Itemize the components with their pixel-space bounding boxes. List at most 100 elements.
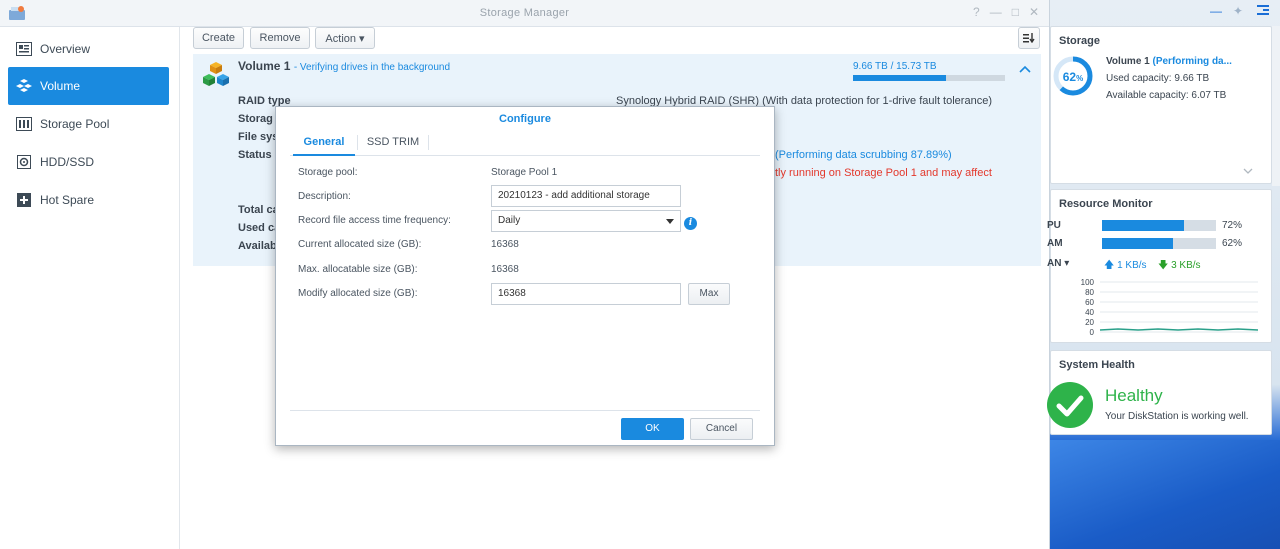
toolbar: Create Remove Action ▾ xyxy=(193,27,1040,53)
used-capacity-label: Used ca xyxy=(238,222,281,234)
ram-bar xyxy=(1102,238,1216,249)
window-title: Storage Manager xyxy=(479,7,570,19)
dropdown-caret-icon xyxy=(666,219,674,224)
ok-button[interactable]: OK xyxy=(621,418,684,440)
record-frequency-value: Daily xyxy=(498,215,521,226)
pin-icon[interactable]: ✦ xyxy=(1233,4,1243,18)
configure-dialog: Configure General SSD TRIM Storage pool:… xyxy=(275,106,775,446)
sort-icon[interactable] xyxy=(1018,27,1040,49)
close-icon[interactable]: ✕ xyxy=(1029,5,1039,19)
sidebar-item-storage-pool[interactable]: Storage Pool xyxy=(8,105,169,143)
system-health-title: System Health xyxy=(1059,359,1135,371)
cancel-button[interactable]: Cancel xyxy=(690,418,753,440)
storage-percent: 62 xyxy=(1062,70,1077,84)
storage-label: Storag xyxy=(238,113,273,125)
ram-label: AM xyxy=(1047,238,1063,249)
current-size-label: Current allocated size (GB): xyxy=(298,239,422,250)
y-tick-label: 80 xyxy=(1085,288,1094,297)
warning-text: tly running on Storage Pool 1 and may af… xyxy=(775,167,992,179)
sidebar-item-volume[interactable]: Volume xyxy=(8,67,169,105)
network-chart: 100806040200 xyxy=(1081,278,1259,337)
desktop-top-bar: — ✦ xyxy=(1050,0,1280,22)
sidebar-item-hot-spare[interactable]: Hot Spare xyxy=(8,181,169,219)
storage-widget-title: Storage xyxy=(1059,35,1100,47)
cpu-percent: 72% xyxy=(1222,220,1243,231)
tab-ssd-trim[interactable]: SSD TRIM xyxy=(358,131,428,156)
create-button[interactable]: Create xyxy=(193,27,244,49)
storage-pool-icon xyxy=(16,116,32,132)
sidebar-item-label: Storage Pool xyxy=(40,117,110,131)
storage-used: Used capacity: 9.66 TB xyxy=(1106,73,1210,84)
remove-button[interactable]: Remove xyxy=(250,27,310,49)
record-frequency-label: Record file access time frequency: xyxy=(298,215,451,226)
sidebar-item-overview[interactable]: Overview xyxy=(8,30,169,68)
storage-pool-label: Storage pool: xyxy=(298,167,358,178)
chevron-down-icon[interactable] xyxy=(1243,165,1253,177)
storage-percent-suffix: % xyxy=(1076,74,1084,83)
modify-size-field[interactable]: 16368 xyxy=(491,283,681,305)
download-icon: 🡇 xyxy=(1158,260,1169,271)
upload-icon: 🡅 xyxy=(1104,260,1115,271)
upload-rate: 1 KB/s xyxy=(1117,260,1147,271)
max-size-label: Max. allocatable size (GB): xyxy=(298,264,418,275)
widget-menu-icon[interactable] xyxy=(1257,4,1269,19)
description-label: Description: xyxy=(298,191,351,202)
y-tick-label: 100 xyxy=(1081,278,1095,287)
status-label: Status xyxy=(238,149,272,161)
overview-icon xyxy=(16,41,32,57)
max-size-value: 16368 xyxy=(491,264,519,275)
health-status: Healthy xyxy=(1105,386,1163,405)
description-field[interactable]: 20210123 - add additional storage xyxy=(491,185,681,207)
action-button[interactable]: Action ▾ xyxy=(315,27,375,49)
dialog-tabs: General SSD TRIM xyxy=(290,131,760,156)
y-tick-label: 60 xyxy=(1085,298,1094,307)
download-rate: 3 KB/s xyxy=(1171,260,1201,271)
lan-selector[interactable]: AN ▾ xyxy=(1047,258,1069,269)
volume-usage-text: 9.66 TB / 15.73 TB xyxy=(853,61,937,72)
sidebar-item-label: Hot Spare xyxy=(40,193,95,207)
desktop-wallpaper xyxy=(1050,440,1280,549)
sidebar-item-hdd-ssd[interactable]: HDD/SSD xyxy=(8,143,169,181)
widget-scrollbar[interactable] xyxy=(1272,26,1280,186)
storage-manager-window: Storage Manager ? — □ ✕ Overview Volume … xyxy=(0,0,1050,549)
storage-volume-status: (Performing da... xyxy=(1152,56,1232,67)
title-bar[interactable]: Storage Manager ? — □ ✕ xyxy=(0,0,1049,27)
health-message: Your DiskStation is working well. xyxy=(1105,411,1249,422)
storage-volume-name: Volume 1 xyxy=(1106,56,1150,67)
minimize-widgets-icon[interactable]: — xyxy=(1210,4,1222,18)
storage-pool-value: Storage Pool 1 xyxy=(491,167,558,178)
tab-general[interactable]: General xyxy=(293,131,355,156)
checkmark-icon xyxy=(1047,382,1093,428)
storage-widget: Storage xyxy=(1050,26,1272,184)
max-button[interactable]: Max xyxy=(688,283,730,305)
info-icon[interactable]: i xyxy=(684,217,697,230)
network-line xyxy=(1099,328,1259,331)
status-value: (Performing data scrubbing 87.89%) xyxy=(775,149,952,161)
chevron-up-icon[interactable] xyxy=(1019,64,1031,76)
hot-spare-icon xyxy=(16,192,32,208)
record-frequency-select[interactable]: Daily xyxy=(491,210,681,232)
sidebar: Overview Volume Storage Pool HDD/SSD Hot… xyxy=(0,27,180,549)
storage-available: Available capacity: 6.07 TB xyxy=(1106,90,1227,101)
modify-size-label: Modify allocated size (GB): xyxy=(298,288,418,299)
maximize-icon[interactable]: □ xyxy=(1012,5,1019,19)
y-tick-label: 20 xyxy=(1085,318,1094,327)
cpu-label: PU xyxy=(1047,220,1061,231)
minimize-icon[interactable]: — xyxy=(990,5,1002,19)
available-capacity-label: Availab xyxy=(238,240,277,252)
volume-status: - Verifying drives in the background xyxy=(293,62,451,73)
ram-percent: 62% xyxy=(1222,238,1243,249)
dialog-title: Configure xyxy=(499,113,551,125)
file-system-label: File sys xyxy=(238,131,279,143)
y-tick-label: 40 xyxy=(1085,308,1094,317)
volume-usage-bar xyxy=(853,75,1005,81)
y-tick-label: 0 xyxy=(1090,328,1095,337)
resource-monitor-title: Resource Monitor xyxy=(1059,198,1153,210)
volume-cubes-icon xyxy=(203,62,229,86)
volume-name: Volume 1 xyxy=(238,59,291,73)
sidebar-item-label: HDD/SSD xyxy=(40,155,95,169)
current-size-value: 16368 xyxy=(491,239,519,250)
volume-icon xyxy=(16,78,32,94)
hdd-icon xyxy=(16,154,32,170)
help-icon[interactable]: ? xyxy=(973,5,980,19)
